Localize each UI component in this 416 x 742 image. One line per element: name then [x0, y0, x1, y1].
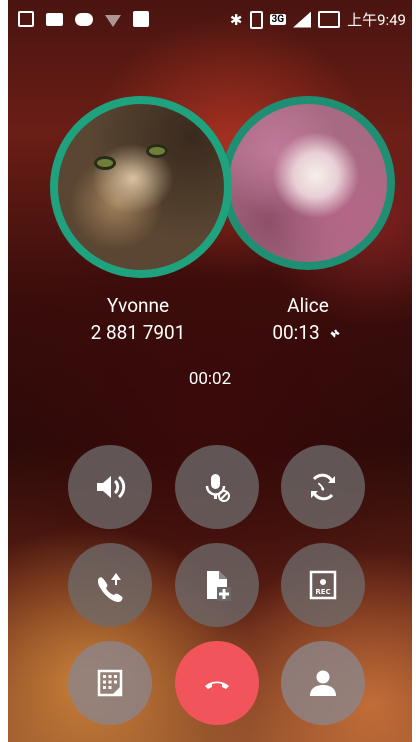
caller-name-yvonne: Yvonne: [106, 294, 170, 317]
contact-button[interactable]: [281, 641, 365, 725]
status-left-icons: [18, 11, 149, 27]
mute-button[interactable]: [175, 445, 259, 529]
signal-icon: [293, 11, 312, 28]
keypad-icon: [97, 669, 123, 697]
mic-muted-icon: [205, 474, 230, 502]
person-icon: [310, 670, 336, 696]
call-timer: 00:02: [188, 369, 232, 389]
status-bar: ✱ 3G 上午9:49: [8, 0, 412, 40]
end-call-icon: [205, 681, 229, 689]
merge-calls-button[interactable]: [68, 543, 152, 627]
in-call-screen: ✱ 3G 上午9:49 Yvonne 2 881 7901 Alice 00:1…: [8, 0, 412, 742]
swap-calls-button[interactable]: [281, 445, 365, 529]
caller-name-alice: Alice: [287, 294, 329, 317]
alice-avatar[interactable]: [221, 96, 395, 270]
keypad-button[interactable]: [68, 641, 152, 725]
yvonne-avatar[interactable]: [50, 96, 232, 278]
cat-eye-left: [94, 156, 116, 170]
end-call-button[interactable]: [175, 641, 259, 725]
cloud-upload-icon: [75, 12, 93, 26]
caller-number-yvonne: 2 881 7901: [90, 321, 186, 344]
call-on-hold-icon: [330, 329, 340, 338]
add-note-button[interactable]: [175, 543, 259, 627]
bluetooth-icon: ✱: [229, 10, 243, 29]
merge-calls-icon: [97, 573, 123, 602]
status-right-icons: ✱ 3G 上午9:49: [230, 9, 406, 30]
rec-icon: REC: [309, 570, 337, 600]
network-3g-icon: 3G: [269, 14, 287, 25]
image-icon: [46, 12, 63, 26]
speaker-icon: [97, 475, 126, 499]
cat-eye-right: [146, 144, 168, 158]
rec-icon: [18, 11, 34, 27]
record-button[interactable]: REC: [281, 543, 365, 627]
rec-label: REC: [315, 588, 330, 596]
battery-charging-icon: [318, 11, 341, 28]
swap-calls-icon: [311, 473, 335, 501]
speaker-button[interactable]: [68, 445, 152, 529]
wifi-question-icon: [105, 15, 121, 27]
clipboard-icon: [133, 11, 149, 27]
vibrate-icon: [249, 10, 263, 29]
add-note-icon: [207, 571, 231, 601]
clock: 上午9:49: [347, 11, 406, 29]
